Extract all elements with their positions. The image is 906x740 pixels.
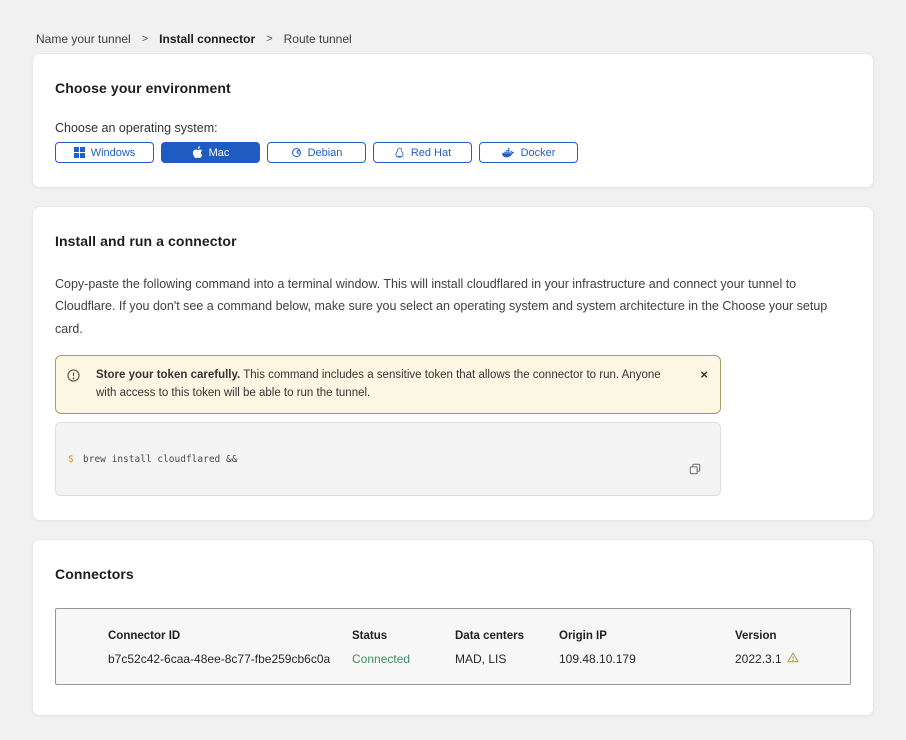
breadcrumb-route-tunnel[interactable]: Route tunnel: [284, 32, 352, 46]
copy-icon[interactable]: [665, 446, 703, 495]
warning-title: Store your token carefully.: [96, 369, 240, 381]
origin-ip-value: 109.48.10.179: [559, 652, 735, 666]
install-description: Copy-paste the following command into a …: [55, 273, 851, 340]
connector-id-value: b7c52c42-6caa-48ee-8c77-fbe259cb6c0a: [108, 652, 352, 666]
alert-circle-icon: [67, 369, 80, 388]
column-header-data-centers: Data centers: [455, 630, 559, 652]
apple-logo-icon: [192, 146, 203, 159]
docker-logo-icon: [502, 147, 515, 158]
version-value: 2022.3.1: [735, 652, 840, 666]
shell-prompt: $: [68, 455, 74, 466]
redhat-logo-icon: [394, 147, 405, 159]
column-header-version: Version: [735, 630, 840, 652]
data-centers-value: MAD, LIS: [455, 652, 559, 666]
connectors-table: Connector ID Status Data centers Origin …: [55, 608, 851, 685]
table-row: b7c52c42-6caa-48ee-8c77-fbe259cb6c0a Con…: [108, 652, 840, 666]
breadcrumb-install-connector[interactable]: Install connector: [159, 32, 255, 46]
os-button-docker[interactable]: Docker: [479, 142, 578, 163]
os-button-label: Red Hat: [411, 147, 451, 159]
column-header-connector-id: Connector ID: [108, 630, 352, 652]
version-number: 2022.3.1: [735, 652, 782, 666]
os-button-mac[interactable]: Mac: [161, 142, 260, 163]
code-line-1: brew install cloudflared &&: [83, 455, 696, 466]
breadcrumb-name-your-tunnel[interactable]: Name your tunnel: [36, 32, 131, 46]
os-button-debian[interactable]: Debian: [267, 142, 366, 163]
breadcrumb-separator: >: [266, 33, 272, 45]
install-command-code-block: brew install cloudflared && $ sudo cloud…: [55, 422, 721, 496]
choose-environment-card: Choose your environment Choose an operat…: [32, 53, 874, 188]
os-select-label: Choose an operating system:: [55, 121, 851, 135]
connectors-table-header: Connector ID Status Data centers Origin …: [108, 630, 840, 652]
os-button-redhat[interactable]: Red Hat: [373, 142, 472, 163]
column-header-origin-ip: Origin IP: [559, 630, 735, 652]
install-card-title: Install and run a connector: [55, 233, 851, 249]
column-header-status: Status: [352, 630, 455, 652]
breadcrumb-separator: >: [142, 33, 148, 45]
status-badge: Connected: [352, 652, 455, 666]
token-warning-banner: Store your token carefully. This command…: [55, 355, 721, 414]
environment-card-title: Choose your environment: [55, 80, 851, 96]
breadcrumb: Name your tunnel > Install connector > R…: [0, 0, 906, 53]
connectors-card: Connectors Connector ID Status Data cent…: [32, 539, 874, 716]
install-connector-card: Install and run a connector Copy-paste t…: [32, 206, 874, 521]
connectors-card-title: Connectors: [55, 566, 851, 582]
os-button-label: Docker: [521, 147, 556, 159]
windows-logo-icon: [74, 147, 85, 158]
close-icon[interactable]: ×: [700, 368, 708, 381]
os-button-label: Windows: [91, 147, 136, 159]
os-button-label: Debian: [308, 147, 343, 159]
os-button-group: Windows Mac Debian Red Hat Docker: [55, 142, 851, 163]
os-button-windows[interactable]: Windows: [55, 142, 154, 163]
warning-triangle-icon: [787, 652, 799, 666]
debian-logo-icon: [291, 147, 302, 158]
os-button-label: Mac: [209, 147, 230, 159]
